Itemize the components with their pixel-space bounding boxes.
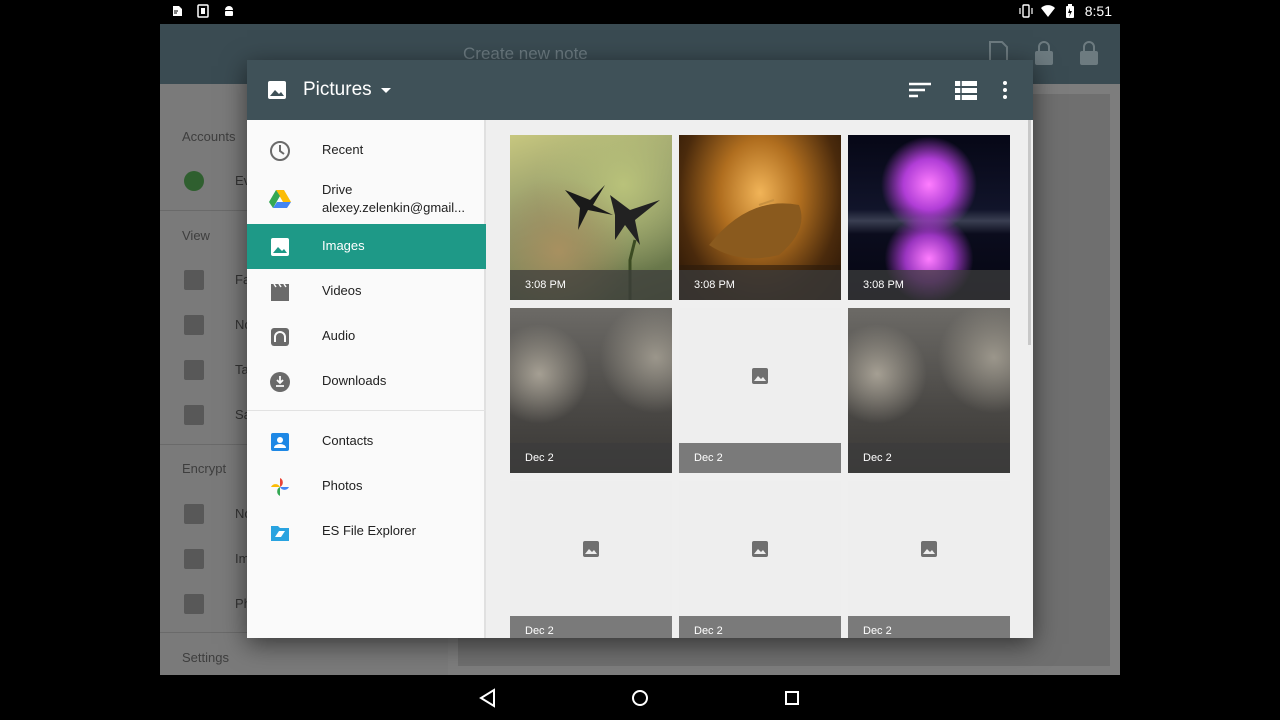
- image-tile[interactable]: 3:08 PM: [679, 135, 841, 300]
- root-label: Photos: [322, 478, 363, 493]
- root-item-images[interactable]: Images: [247, 224, 486, 269]
- tile-caption: Dec 2: [679, 616, 841, 638]
- root-label: Downloads: [322, 373, 387, 388]
- root-sublabel: alexey.zelenkin@gmail...: [322, 200, 466, 215]
- drawer-section-view: View: [182, 228, 210, 243]
- root-label: Audio: [322, 328, 356, 343]
- device-screen: 8:51 Create new note Accounts Ev View Fa…: [160, 0, 1120, 720]
- tile-caption-text: Dec 2: [525, 452, 554, 464]
- image-tile[interactable]: Dec 2: [848, 481, 1010, 638]
- root-item-es-file-explorer[interactable]: ES File Explorer: [247, 509, 486, 554]
- tile-caption-text: Dec 2: [863, 452, 892, 464]
- battery-icon: [1065, 4, 1074, 18]
- picker-title: Pictures: [303, 79, 372, 100]
- root-label: ES File Explorer: [322, 523, 416, 538]
- root-item-photos[interactable]: Photos: [247, 464, 486, 509]
- root-label: Images: [322, 238, 365, 253]
- tile-caption-text: Dec 2: [525, 625, 554, 637]
- image-tile[interactable]: Dec 2: [510, 481, 672, 638]
- download-icon: [270, 372, 290, 392]
- image-icon: [271, 238, 289, 256]
- roots-divider: [247, 410, 486, 411]
- tile-caption: Dec 2: [679, 443, 841, 473]
- root-item-downloads[interactable]: Downloads: [247, 359, 486, 404]
- status-bar: 8:51: [160, 0, 1120, 24]
- roots-list: Recent Drive alexey.zelenkin@gmail... Im…: [247, 120, 486, 638]
- tile-caption: Dec 2: [510, 443, 672, 473]
- es-file-explorer-icon: [271, 526, 289, 541]
- image-tile[interactable]: Dec 2: [848, 308, 1010, 473]
- audio-icon: [271, 328, 289, 346]
- image-grid: 3:08 PM 3:08 PM 3:08 PM Dec 2 Dec 2 Dec …: [488, 120, 1033, 638]
- wifi-icon: [1040, 5, 1055, 17]
- photos-icon: [271, 478, 289, 496]
- tile-caption: Dec 2: [510, 616, 672, 638]
- evernote-icon: [173, 6, 182, 16]
- tile-caption: 3:08 PM: [848, 270, 1010, 300]
- image-tile[interactable]: 3:08 PM: [848, 135, 1010, 300]
- contacts-icon: [271, 433, 289, 451]
- image-tile[interactable]: Dec 2: [679, 481, 841, 638]
- tile-caption: 3:08 PM: [679, 270, 841, 300]
- video-icon: [271, 283, 289, 301]
- image-icon: [184, 549, 204, 569]
- root-label: Recent: [322, 142, 364, 157]
- image-icon: [268, 81, 286, 99]
- navigation-bar: [160, 675, 1120, 720]
- dropdown-arrow-icon: [380, 88, 391, 93]
- root-item-audio[interactable]: Audio: [247, 314, 486, 359]
- root-label: Videos: [322, 283, 362, 298]
- drawer-section-accounts: Accounts: [182, 129, 236, 144]
- image-placeholder-icon: [752, 368, 768, 384]
- root-dropdown[interactable]: Pictures: [267, 75, 396, 105]
- tile-caption-text: 3:08 PM: [694, 279, 735, 291]
- tag-icon: [184, 360, 204, 380]
- home-icon[interactable]: [625, 683, 655, 713]
- root-label: Drive: [322, 182, 353, 197]
- recents-icon[interactable]: [777, 683, 807, 713]
- notebook-icon: [184, 315, 204, 335]
- root-item-videos[interactable]: Videos: [247, 269, 486, 314]
- tile-caption: 3:08 PM: [510, 270, 672, 300]
- tile-caption-text: Dec 2: [694, 452, 723, 464]
- search-icon: [184, 405, 204, 425]
- image-tile[interactable]: 3:08 PM: [510, 135, 672, 300]
- drawer-section-settings: Settings: [182, 650, 229, 665]
- root-label: Contacts: [322, 433, 374, 448]
- back-icon[interactable]: [473, 683, 503, 713]
- drive-icon: [269, 190, 291, 208]
- tile-caption-text: Dec 2: [694, 625, 723, 637]
- root-item-recent[interactable]: Recent: [247, 128, 486, 173]
- clock-icon: [270, 141, 290, 161]
- image-tile[interactable]: Dec 2: [679, 308, 841, 473]
- drawer-section-encrypt: Encrypt: [182, 461, 227, 476]
- tile-caption: Dec 2: [848, 443, 1010, 473]
- image-placeholder-icon: [921, 541, 937, 557]
- image-placeholder-icon: [752, 541, 768, 557]
- lock-icon: [1080, 41, 1098, 65]
- scrollbar[interactable]: [1028, 120, 1031, 345]
- vibrate-icon: [1019, 4, 1033, 18]
- tile-caption-text: 3:08 PM: [863, 279, 904, 291]
- image-placeholder-icon: [583, 541, 599, 557]
- image-tile[interactable]: Dec 2: [510, 308, 672, 473]
- tile-caption: Dec 2: [848, 616, 1010, 638]
- sort-icon[interactable]: [907, 77, 933, 103]
- android-icon: [225, 6, 233, 16]
- sim-icon: [197, 4, 209, 18]
- picker-toolbar: Pictures: [247, 60, 1033, 120]
- overflow-menu-icon[interactable]: [992, 77, 1018, 103]
- file-picker-dialog: Pictures Recent Drive alexey.zelenkin@gm…: [247, 60, 1033, 638]
- tile-caption-text: 3:08 PM: [525, 279, 566, 291]
- camera-icon: [184, 594, 204, 614]
- tile-caption-text: Dec 2: [863, 625, 892, 637]
- account-avatar-icon: [184, 171, 204, 191]
- root-item-drive[interactable]: Drive alexey.zelenkin@gmail...: [247, 174, 486, 224]
- lock-icon: [1035, 41, 1053, 65]
- list-icon: [184, 270, 204, 290]
- status-time: 8:51: [1084, 3, 1112, 19]
- root-item-contacts[interactable]: Contacts: [247, 419, 486, 464]
- list-view-icon[interactable]: [953, 77, 979, 103]
- note-icon: [184, 504, 204, 524]
